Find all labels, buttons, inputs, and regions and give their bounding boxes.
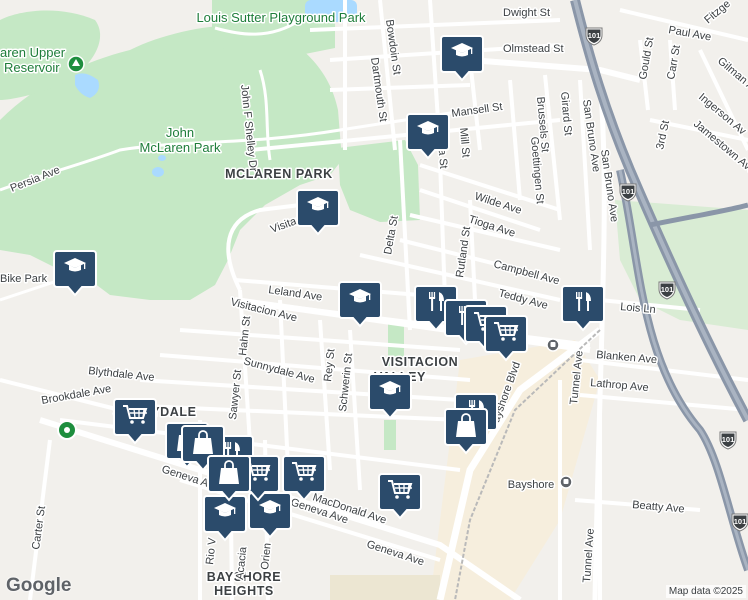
small-park-2: [384, 420, 396, 450]
pond: [152, 167, 164, 177]
visitacion-valley-label-1: VISITACION: [382, 355, 459, 369]
commercial-area-2: [330, 575, 440, 600]
reservoir-label-2: Reservoir: [4, 60, 60, 75]
pond-2: [158, 155, 166, 161]
mclaren-district-label: MCLAREN PARK: [225, 167, 333, 181]
train-station-icon[interactable]: [559, 475, 573, 489]
svg-text:101: 101: [722, 435, 735, 444]
louis-sutter-label: Louis Sutter Playground Park: [196, 10, 366, 25]
bike-park-label: Bike Park: [0, 273, 48, 285]
park-pin-icon[interactable]: [67, 55, 85, 73]
svg-text:101: 101: [661, 285, 674, 294]
street-label: Olmstead St: [503, 43, 564, 55]
bayshore-station-label: Bayshore: [508, 479, 554, 491]
bayshore-heights-label-2: HEIGHTS: [214, 584, 274, 598]
street-label: Dwight St: [503, 7, 550, 19]
svg-text:101: 101: [734, 517, 747, 526]
svg-text:101: 101: [622, 187, 635, 196]
transit-stop-icon[interactable]: [57, 420, 77, 440]
train-station-icon[interactable]: [546, 338, 560, 352]
mclaren-label-2: McLaren Park: [140, 140, 221, 155]
map-view[interactable]: 101 101 101 101 101 Louis Sutter Playgro…: [0, 0, 748, 600]
park-east-section: [338, 140, 420, 222]
mclaren-label-1: John: [166, 125, 194, 140]
map-canvas[interactable]: 101 101 101 101 101 Louis Sutter Playgro…: [0, 0, 748, 600]
svg-text:101: 101: [588, 31, 601, 40]
google-logo[interactable]: Google: [6, 575, 71, 597]
reservoir-label-1: aren Upper: [0, 45, 66, 60]
map-attribution[interactable]: Map data ©2025: [665, 585, 746, 598]
